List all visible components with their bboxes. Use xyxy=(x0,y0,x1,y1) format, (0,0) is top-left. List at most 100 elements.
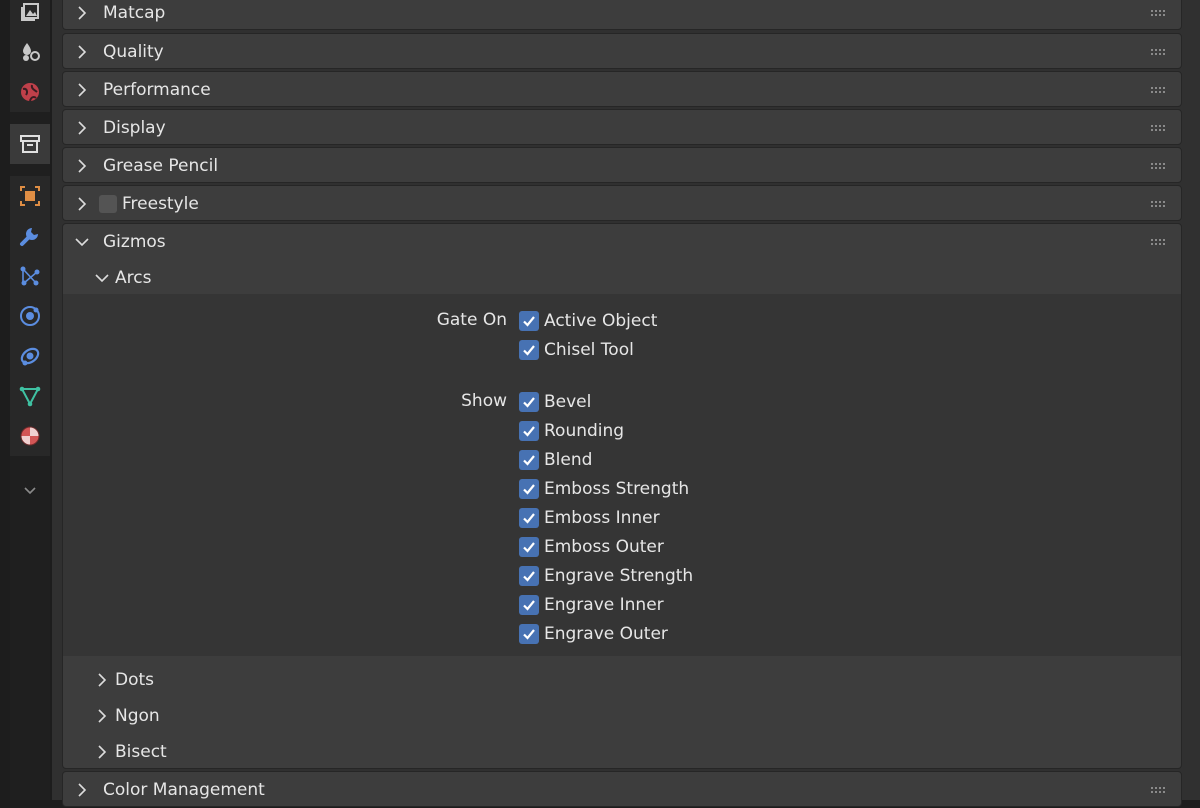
subpanel-title: Ngon xyxy=(115,706,160,726)
drag-grip-icon[interactable] xyxy=(1151,10,1169,16)
panel-header-display[interactable]: Display xyxy=(63,110,1181,146)
gate-chisel-tool-row[interactable]: Chisel Tool xyxy=(519,339,634,361)
gate-active-object-row[interactable]: Active Object xyxy=(519,310,657,332)
subpanel-title: Arcs xyxy=(115,268,152,288)
data-tab[interactable] xyxy=(10,376,50,416)
material-icon xyxy=(20,426,40,446)
subpanel-header-dots[interactable]: Dots xyxy=(63,662,1181,698)
checkbox-checked[interactable] xyxy=(519,479,539,499)
show-emboss-inner-row[interactable]: Emboss Inner xyxy=(519,507,660,529)
show-engrave-outer-row[interactable]: Engrave Outer xyxy=(519,623,668,645)
chevron-right-icon xyxy=(95,673,109,687)
subpanel-title: Dots xyxy=(115,670,155,690)
view-layer-tab[interactable] xyxy=(10,0,50,32)
constraints-tab[interactable] xyxy=(10,336,50,376)
show-emboss-strength-row[interactable]: Emboss Strength xyxy=(519,478,689,500)
checkbox-checked[interactable] xyxy=(519,508,539,528)
checkbox-checked[interactable] xyxy=(519,450,539,470)
drag-grip-icon[interactable] xyxy=(1151,201,1169,207)
panel-header-gizmos[interactable]: Gizmos xyxy=(63,224,1181,260)
subpanel-header-bisect[interactable]: Bisect xyxy=(63,734,1181,770)
checkbox-checked[interactable] xyxy=(519,566,539,586)
checkbox-label: Rounding xyxy=(544,421,625,441)
arcs-body: Gate On Show Active Object Chisel Tool B… xyxy=(63,294,1181,656)
world-icon xyxy=(21,83,39,102)
show-emboss-outer-row[interactable]: Emboss Outer xyxy=(519,536,664,558)
panel-display: Display xyxy=(62,109,1182,145)
material-tab[interactable] xyxy=(10,416,50,456)
checkbox-checked[interactable] xyxy=(519,624,539,644)
scene-tab[interactable] xyxy=(10,32,50,72)
show-bevel-row[interactable]: Bevel xyxy=(519,391,591,413)
checkbox-label: Emboss Strength xyxy=(544,479,690,499)
panel-title: Performance xyxy=(103,80,211,100)
modifier-tab[interactable] xyxy=(10,216,50,256)
collection-icon xyxy=(20,135,40,153)
checkmark-icon xyxy=(523,426,535,437)
chevron-down-icon xyxy=(95,271,109,285)
panel-title: Grease Pencil xyxy=(103,156,219,176)
checkmark-icon xyxy=(523,484,535,495)
collection-tab[interactable] xyxy=(10,124,50,164)
properties-tab-strip xyxy=(10,0,50,800)
subpanel-header-arcs[interactable]: Arcs xyxy=(63,260,1181,296)
panel-header-performance[interactable]: Performance xyxy=(63,72,1181,108)
physics-tab[interactable] xyxy=(10,296,50,336)
panel-grease-pencil: Grease Pencil xyxy=(62,147,1182,183)
checkbox-checked[interactable] xyxy=(519,340,539,360)
chevron-right-icon xyxy=(75,6,89,20)
scene-icon xyxy=(23,43,40,61)
checkbox-label: Engrave Strength xyxy=(544,566,694,586)
show-engrave-inner-row[interactable]: Engrave Inner xyxy=(519,594,664,616)
render-properties-panel: Matcap Quality Performance Display Greas xyxy=(52,0,1200,807)
panel-title: Matcap xyxy=(103,3,166,23)
checkmark-icon xyxy=(523,629,535,640)
view-layer-icon xyxy=(21,3,39,21)
chevron-right-icon xyxy=(75,197,89,211)
chevron-right-icon xyxy=(75,159,89,173)
checkmark-icon xyxy=(523,455,535,466)
checkbox-checked[interactable] xyxy=(519,392,539,412)
world-tab[interactable] xyxy=(10,72,50,112)
subpanel-header-ngon[interactable]: Ngon xyxy=(63,698,1181,734)
checkbox-label: Blend xyxy=(544,450,593,470)
checkbox-label: Engrave Inner xyxy=(544,595,664,615)
panel-header-matcap[interactable]: Matcap xyxy=(63,0,1181,31)
drag-grip-icon[interactable] xyxy=(1151,239,1169,245)
checkmark-icon xyxy=(523,542,535,553)
freestyle-checkbox[interactable] xyxy=(99,195,117,213)
panel-color-management: Color Management xyxy=(62,771,1182,807)
checkbox-label: Bevel xyxy=(544,392,592,412)
chevron-down-icon[interactable] xyxy=(22,482,38,498)
drag-grip-icon[interactable] xyxy=(1151,163,1169,169)
drag-grip-icon[interactable] xyxy=(1151,87,1169,93)
checkbox-label: Emboss Outer xyxy=(544,537,664,557)
chevron-right-icon xyxy=(75,783,89,797)
checkbox-checked[interactable] xyxy=(519,595,539,615)
checkbox-label: Emboss Inner xyxy=(544,508,660,528)
checkbox-checked[interactable] xyxy=(519,421,539,441)
panel-title: Gizmos xyxy=(103,232,166,252)
chevron-right-icon xyxy=(95,745,109,759)
particles-tab[interactable] xyxy=(10,256,50,296)
object-tab[interactable] xyxy=(10,176,50,216)
panel-header-quality[interactable]: Quality xyxy=(63,34,1181,70)
checkbox-checked[interactable] xyxy=(519,537,539,557)
checkbox-checked[interactable] xyxy=(519,311,539,331)
panel-header-freestyle[interactable]: Freestyle xyxy=(63,186,1181,222)
gate-on-label: Gate On xyxy=(436,310,507,330)
show-engrave-strength-row[interactable]: Engrave Strength xyxy=(519,565,693,587)
panel-header-grease-pencil[interactable]: Grease Pencil xyxy=(63,148,1181,184)
physics-icon xyxy=(20,306,40,326)
panel-title: Color Management xyxy=(103,780,265,800)
checkmark-icon xyxy=(523,345,535,356)
drag-grip-icon[interactable] xyxy=(1151,49,1169,55)
drag-grip-icon[interactable] xyxy=(1151,125,1169,131)
show-blend-row[interactable]: Blend xyxy=(519,449,592,471)
show-rounding-row[interactable]: Rounding xyxy=(519,420,624,442)
panel-title: Freestyle xyxy=(122,194,199,214)
panel-header-color-management[interactable]: Color Management xyxy=(63,772,1181,808)
checkmark-icon xyxy=(523,600,535,611)
drag-grip-icon[interactable] xyxy=(1151,787,1169,793)
panel-performance: Performance xyxy=(62,71,1182,107)
